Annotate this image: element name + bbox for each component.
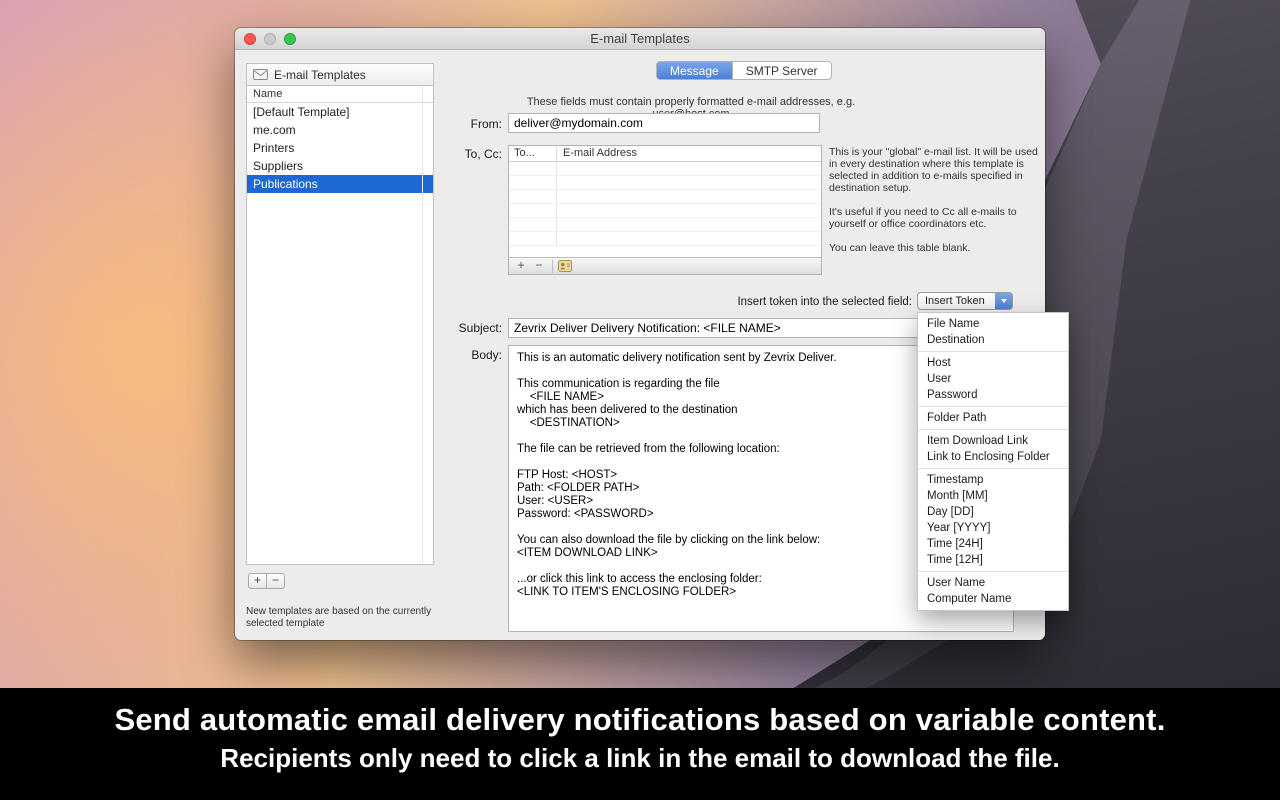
sidebar-buttons: + −	[248, 573, 285, 589]
contacts-icon[interactable]	[558, 260, 572, 272]
envelope-icon	[253, 69, 268, 80]
close-button[interactable]	[244, 33, 256, 45]
banner-line-1: Send automatic email delivery notificati…	[0, 688, 1280, 738]
remove-recipient-button[interactable]: −	[531, 259, 547, 274]
tab-message[interactable]: Message	[657, 62, 732, 79]
menu-item-month[interactable]: Month [MM]	[918, 488, 1068, 504]
menu-separator	[918, 468, 1068, 469]
banner-line-2: Recipients only need to click a link in …	[0, 738, 1280, 774]
table-row[interactable]	[509, 162, 821, 176]
global-list-note-3: You can leave this table blank.	[829, 242, 1041, 254]
global-list-note-2: It's useful if you need to Cc all e-mail…	[829, 206, 1041, 230]
email-templates-window: E-mail Templates E-mail Templates Name […	[235, 28, 1045, 640]
chevron-down-icon	[995, 293, 1012, 309]
subject-label: Subject:	[392, 321, 502, 335]
add-template-button[interactable]: +	[248, 573, 267, 589]
global-list-note-1: This is your "global" e-mail list. It wi…	[829, 146, 1041, 194]
tab-bar: Message SMTP Server	[656, 61, 832, 80]
zoom-button[interactable]	[284, 33, 296, 45]
menu-separator	[918, 571, 1068, 572]
sidebar-header-label: E-mail Templates	[274, 68, 366, 82]
menu-item-file-name[interactable]: File Name	[918, 316, 1068, 332]
menu-item-day[interactable]: Day [DD]	[918, 504, 1068, 520]
menu-item-user-name[interactable]: User Name	[918, 575, 1068, 591]
insert-token-label: Insert token into the selected field:	[615, 296, 912, 308]
menu-item-time-12h[interactable]: Time [12H]	[918, 552, 1068, 568]
table-row[interactable]	[509, 190, 821, 204]
insert-token-dropdown-label: Insert Token	[918, 293, 995, 309]
menu-separator	[918, 406, 1068, 407]
remove-template-button[interactable]: −	[266, 573, 285, 589]
global-list-note: This is your "global" e-mail list. It wi…	[829, 146, 1041, 266]
menu-separator	[918, 351, 1068, 352]
titlebar[interactable]: E-mail Templates	[235, 28, 1045, 50]
menu-item-item-download-link[interactable]: Item Download Link	[918, 433, 1068, 449]
screen: E-mail Templates E-mail Templates Name […	[0, 0, 1280, 800]
recipients-table: To... E-mail Address + −	[508, 145, 822, 275]
footer-divider	[552, 260, 553, 273]
menu-item-password[interactable]: Password	[918, 387, 1068, 403]
window-title: E-mail Templates	[590, 31, 689, 46]
recipients-table-header: To... E-mail Address	[509, 146, 821, 162]
menu-item-folder-path[interactable]: Folder Path	[918, 410, 1068, 426]
tocc-label: To, Cc:	[392, 147, 502, 161]
table-row[interactable]	[509, 176, 821, 190]
menu-item-destination[interactable]: Destination	[918, 332, 1068, 348]
list-column-header[interactable]: Name	[247, 86, 433, 103]
add-recipient-button[interactable]: +	[513, 259, 529, 274]
recipients-table-footer: + −	[509, 257, 821, 274]
menu-item-host[interactable]: Host	[918, 355, 1068, 371]
menu-item-year[interactable]: Year [YYYY]	[918, 520, 1068, 536]
table-row[interactable]	[509, 204, 821, 218]
from-input[interactable]	[508, 113, 820, 133]
insert-token-menu: File Name Destination Host User Password…	[917, 312, 1069, 611]
menu-item-user[interactable]: User	[918, 371, 1068, 387]
tab-smtp-server[interactable]: SMTP Server	[732, 62, 831, 79]
insert-token-dropdown[interactable]: Insert Token	[917, 292, 1013, 310]
column-email-address[interactable]: E-mail Address	[557, 146, 821, 161]
body-label: Body:	[392, 348, 502, 362]
traffic-lights	[244, 33, 296, 45]
marketing-banner: Send automatic email delivery notificati…	[0, 688, 1280, 800]
template-row-publications-selected[interactable]: Publications	[247, 175, 433, 193]
column-to[interactable]: To...	[509, 146, 557, 161]
from-label: From:	[392, 117, 502, 131]
table-row[interactable]	[509, 232, 821, 246]
menu-item-timestamp[interactable]: Timestamp	[918, 472, 1068, 488]
menu-separator	[918, 429, 1068, 430]
menu-item-time-24h[interactable]: Time [24H]	[918, 536, 1068, 552]
sidebar-footnote: New templates are based on the currently…	[246, 606, 436, 630]
minimize-button[interactable]	[264, 33, 276, 45]
menu-item-computer-name[interactable]: Computer Name	[918, 591, 1068, 607]
table-row[interactable]	[509, 218, 821, 232]
sidebar-header: E-mail Templates	[246, 63, 434, 85]
menu-item-link-to-enclosing-folder[interactable]: Link to Enclosing Folder	[918, 449, 1068, 465]
